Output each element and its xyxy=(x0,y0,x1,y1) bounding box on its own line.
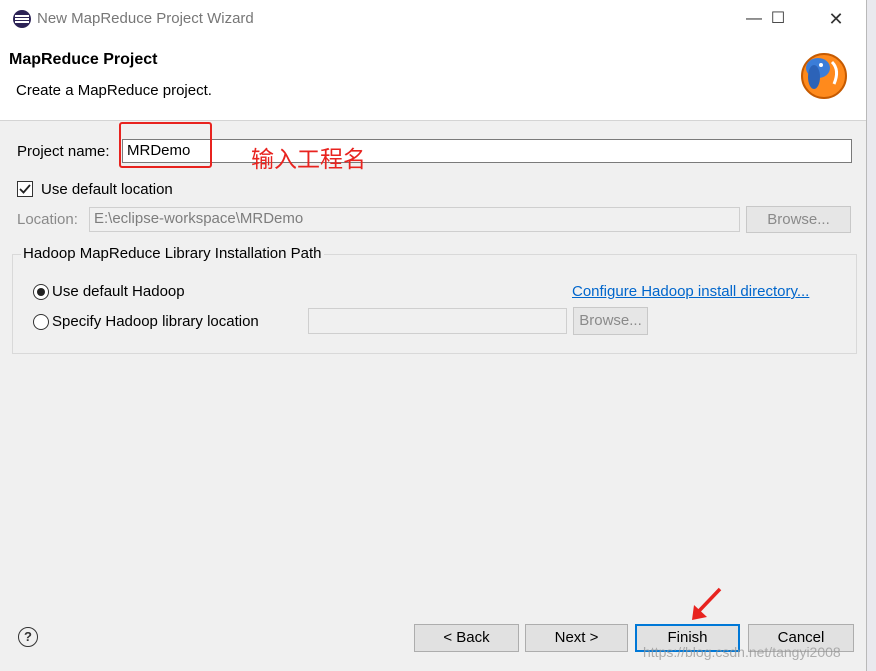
page-description: Create a MapReduce project. xyxy=(16,82,212,99)
location-browse-button[interactable]: Browse... xyxy=(746,206,851,233)
specify-hadoop-location-radio[interactable] xyxy=(33,314,49,330)
close-button[interactable]: ✕ xyxy=(814,6,858,32)
location-label: Location: xyxy=(17,211,78,228)
configure-hadoop-link[interactable]: Configure Hadoop install directory... xyxy=(572,283,809,300)
location-input[interactable]: E:\eclipse-workspace\MRDemo xyxy=(89,207,740,232)
back-button[interactable]: < Back xyxy=(414,624,519,652)
page-title: MapReduce Project xyxy=(9,51,158,68)
watermark: https://blog.csdn.net/tangyi2008 xyxy=(643,644,841,660)
title-bar: New MapReduce Project Wizard — ☐ ✕ xyxy=(0,0,866,38)
hadoop-location-input[interactable] xyxy=(308,308,567,334)
hadoop-browse-button[interactable]: Browse... xyxy=(573,307,648,335)
wizard-window: New MapReduce Project Wizard — ☐ ✕ MapRe… xyxy=(0,0,867,671)
maximize-button[interactable]: ☐ xyxy=(756,6,800,32)
use-default-hadoop-radio[interactable] xyxy=(33,284,49,300)
use-default-hadoop-label: Use default Hadoop xyxy=(52,283,185,300)
eclipse-icon xyxy=(13,10,31,28)
annotation-highlight-box xyxy=(119,122,212,168)
mapreduce-wizard-icon xyxy=(801,53,847,99)
use-default-location-checkbox[interactable] xyxy=(17,181,33,197)
annotation-text: 输入工程名 xyxy=(251,147,366,173)
background-window-edge xyxy=(867,0,876,671)
next-button[interactable]: Next > xyxy=(525,624,628,652)
project-name-label: Project name: xyxy=(17,143,110,160)
use-default-location-label: Use default location xyxy=(41,181,173,198)
hadoop-group-title: Hadoop MapReduce Library Installation Pa… xyxy=(21,245,324,262)
specify-hadoop-location-label: Specify Hadoop library location xyxy=(52,313,259,330)
checkmark-icon xyxy=(19,184,31,194)
annotation-arrow-icon xyxy=(692,587,722,620)
window-title: New MapReduce Project Wizard xyxy=(37,10,254,27)
wizard-header: MapReduce Project Create a MapReduce pro… xyxy=(0,38,866,121)
project-name-input[interactable]: MRDemo xyxy=(122,139,852,163)
help-icon[interactable]: ? xyxy=(18,627,38,647)
hadoop-library-group xyxy=(12,254,857,354)
